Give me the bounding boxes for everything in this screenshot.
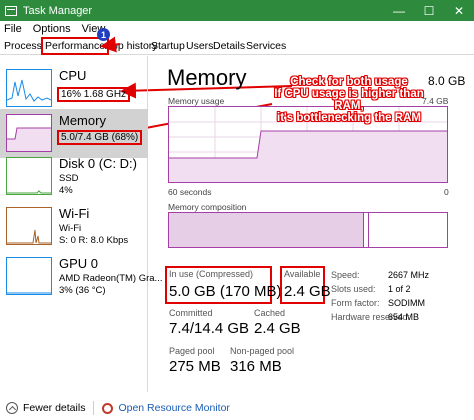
task-manager-icon (5, 5, 17, 16)
annotation-line-1: Check for both usage (290, 76, 408, 88)
disk-thumbnail (6, 157, 52, 195)
menu-options[interactable]: Options (33, 23, 71, 35)
page-title: Memory (167, 65, 247, 90)
resource-monitor-icon (102, 402, 114, 414)
gpu-label: GPU 0 (59, 256, 99, 271)
composition-modified (365, 213, 369, 247)
disk-usage: 4% (59, 185, 73, 196)
hardware-reserved-value: 654 MB (388, 312, 420, 322)
form-factor-value: SODIMM (388, 298, 425, 308)
sidebar-item-disk[interactable]: Disk 0 (C: D:) SSD 4% (0, 152, 148, 201)
cached-value: 2.4 GB (254, 320, 301, 337)
nonpaged-pool-value: 316 MB (230, 358, 282, 375)
memory-composition-label: Memory composition (168, 202, 247, 212)
in-use-label: In use (Compressed) (169, 269, 254, 279)
cpu-usage-value: 16% 1.68 GHz (57, 87, 131, 102)
wifi-label: Wi-Fi (59, 206, 90, 221)
performance-sidebar: CPU 16% 1.68 GHz Memory 5.0/7.4 GB (68%)… (0, 56, 162, 392)
footer: Fewer details Open Resource Monitor (0, 396, 474, 420)
paged-pool-label: Paged pool (169, 346, 215, 356)
wifi-adapter: Wi-Fi (59, 223, 82, 234)
annotation-line-3: it's bottlenecking the RAM (277, 112, 421, 124)
cpu-label: CPU (59, 68, 87, 83)
disk-type: SSD (59, 173, 79, 184)
footer-separator (93, 401, 95, 415)
sidebar-item-wifi[interactable]: Wi-Fi Wi-Fi S: 0 R: 8.0 Kbps (0, 202, 148, 251)
graph-time-right: 0 (444, 187, 449, 197)
memory-usage-label: Memory usage (168, 96, 225, 106)
maximize-button[interactable]: ☐ (414, 0, 444, 21)
slots-value: 1 of 2 (388, 284, 411, 294)
memory-label: Memory (59, 113, 106, 128)
sidebar-item-memory[interactable]: Memory 5.0/7.4 GB (68%) (0, 109, 148, 158)
committed-label: Committed (169, 308, 213, 318)
in-use-value: 5.0 GB (170 MB) (169, 283, 282, 300)
sidebar-item-gpu[interactable]: GPU 0 AMD Radeon(TM) Gra... 3% (36 °C) (0, 252, 162, 301)
fewer-details-label: Fewer details (23, 402, 86, 414)
slots-label: Slots used: (331, 284, 376, 294)
paged-pool-value: 275 MB (169, 358, 221, 375)
window-controls: — ☐ ✕ (384, 0, 474, 21)
window-title: Task Manager (23, 4, 93, 17)
menu-file[interactable]: File (4, 23, 22, 35)
menu-bar: File Options View (0, 21, 474, 37)
open-resource-monitor-label: Open Resource Monitor (118, 402, 230, 414)
memory-thumbnail (6, 114, 52, 152)
annotation-note: Check for both usage If CPU usage is hig… (263, 76, 435, 124)
disk-label: Disk 0 (C: D:) (59, 156, 137, 171)
committed-value: 7.4/14.4 GB (169, 320, 250, 337)
speed-label: Speed: (331, 270, 360, 280)
wifi-thumbnail (6, 207, 52, 245)
speed-value: 2667 MHz (388, 270, 430, 280)
tab-services[interactable]: Services (244, 39, 288, 55)
open-resource-monitor-link[interactable]: Open Resource Monitor (102, 402, 230, 414)
memory-composition-bar (168, 212, 448, 248)
available-label: Available (284, 269, 321, 279)
cpu-thumbnail (6, 69, 52, 107)
form-factor-label: Form factor: (331, 298, 380, 308)
gpu-usage: 3% (36 °C) (59, 285, 106, 296)
wifi-throughput: S: 0 R: 8.0 Kbps (59, 235, 129, 246)
memory-usage-area (169, 131, 447, 182)
tab-startup[interactable]: Startup (149, 39, 187, 55)
composition-in-use (169, 213, 364, 247)
memory-usage-value: 5.0/7.4 GB (68%) (57, 130, 143, 145)
cached-label: Cached (254, 308, 286, 318)
tab-details[interactable]: Details (211, 39, 247, 55)
step-badge: 1 (97, 28, 110, 41)
nonpaged-pool-label: Non-paged pool (230, 346, 295, 356)
chevron-up-icon (6, 402, 18, 414)
graph-time-left: 60 seconds (168, 187, 212, 197)
gpu-model: AMD Radeon(TM) Gra... (59, 273, 163, 284)
annotation-line-2: If CPU usage is higher than RAM, (274, 88, 424, 112)
tab-bar: Processes Performance App history Startu… (0, 37, 474, 55)
sidebar-item-cpu[interactable]: CPU 16% 1.68 GHz (0, 64, 148, 113)
close-button[interactable]: ✕ (444, 0, 474, 21)
fewer-details-button[interactable]: Fewer details (6, 402, 85, 414)
minimize-button[interactable]: — (384, 0, 414, 21)
gpu-thumbnail (6, 257, 52, 295)
available-value: 2.4 GB (284, 283, 331, 300)
step-badge-number: 1 (100, 29, 106, 40)
title-bar: Task Manager — ☐ ✕ (0, 0, 474, 21)
